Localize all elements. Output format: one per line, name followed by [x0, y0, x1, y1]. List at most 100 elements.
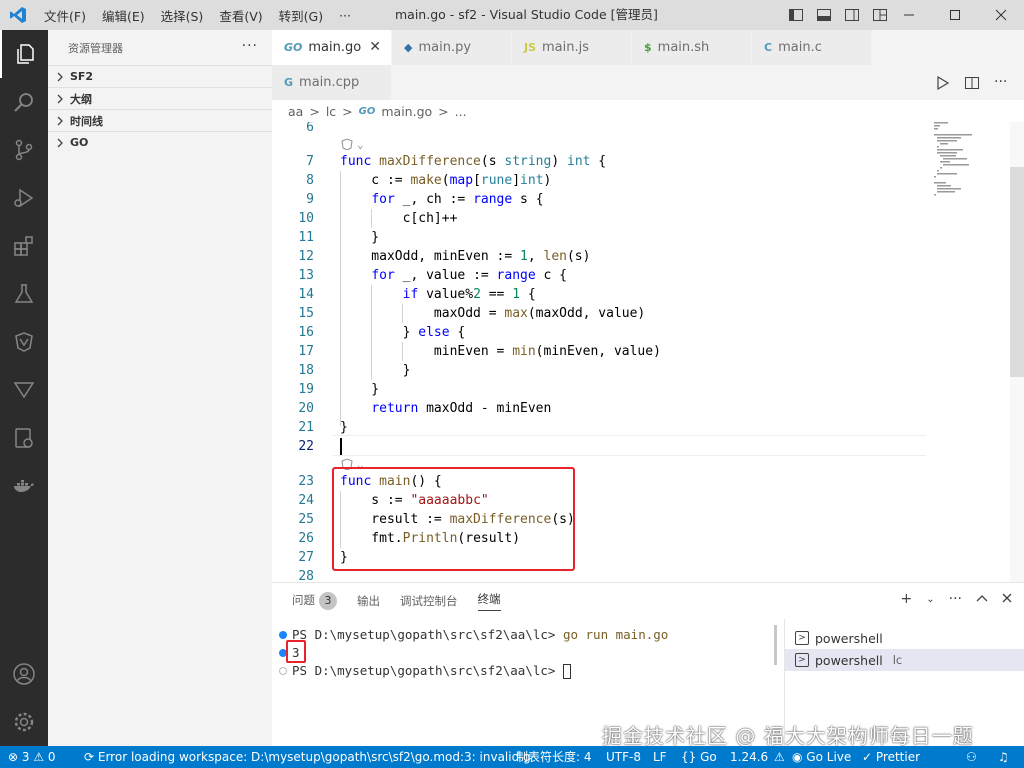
command-pending-dot: [279, 667, 287, 675]
maximize-icon[interactable]: [932, 0, 978, 30]
menu-selection[interactable]: 选择(S): [153, 6, 212, 25]
toggle-panel-icon[interactable]: [816, 7, 832, 23]
terminal-icon: >: [795, 631, 809, 645]
code-line: 8 c := make(map[rune]int): [306, 173, 552, 188]
tab-label: main.sh: [657, 40, 710, 55]
new-terminal-icon[interactable]: +: [901, 591, 913, 607]
code-line: 19 }: [298, 382, 380, 397]
code-line: 13 for _, value := range c {: [298, 268, 567, 283]
go-file-icon: GO: [358, 105, 376, 117]
menu-edit[interactable]: 编辑(E): [94, 6, 153, 25]
section-outline[interactable]: 大纲: [48, 87, 272, 109]
status-language[interactable]: {} Go: [681, 746, 717, 768]
breadcrumb-aa[interactable]: aa: [288, 104, 303, 119]
menu-go[interactable]: 转到(G): [271, 6, 331, 25]
maximize-panel-icon[interactable]: [976, 591, 988, 607]
code-line: 6: [306, 122, 314, 135]
account-icon[interactable]: [0, 650, 48, 698]
check-icon: ✓: [862, 750, 876, 764]
remote-explorer-icon[interactable]: [0, 414, 48, 462]
status-prettier[interactable]: ✓ Prettier: [862, 746, 920, 768]
gitlens-icon[interactable]: [0, 318, 48, 366]
section-sf2[interactable]: SF2: [48, 65, 272, 87]
status-go-version[interactable]: 1.24.6: [730, 746, 768, 768]
editor-scrollbar[interactable]: [1010, 122, 1024, 582]
scrollbar-thumb[interactable]: [1010, 167, 1024, 377]
status-problems[interactable]: ⊗ 3 ⚠ 0: [8, 746, 56, 768]
close-panel-icon[interactable]: [1002, 591, 1012, 607]
status-encoding[interactable]: UTF-8: [606, 746, 641, 768]
source-control-icon[interactable]: [0, 126, 48, 174]
sidebar-more-icon[interactable]: ···: [242, 38, 258, 54]
close-icon[interactable]: ✕: [369, 39, 381, 55]
search-icon[interactable]: [0, 78, 48, 126]
accounts-icon[interactable]: ⚇: [966, 746, 977, 768]
terminal-scrollbar[interactable]: [774, 625, 777, 665]
minimize-icon[interactable]: [886, 0, 932, 30]
status-golive[interactable]: ◉ Go Live: [792, 746, 851, 768]
broadcast-icon: ◉: [792, 750, 807, 764]
tab-label: main.c: [778, 40, 822, 55]
tab-main-go[interactable]: GO main.go ✕: [272, 30, 392, 65]
sidebar-title: 资源管理器 ···: [48, 30, 272, 65]
code-line: 11 }: [298, 230, 380, 245]
docker-icon[interactable]: [0, 462, 48, 510]
more-actions-icon[interactable]: ···: [994, 75, 1010, 91]
go-file-icon: GO: [284, 41, 303, 54]
menu-bar: 文件(F) 编辑(E) 选择(S) 查看(V) 转到(G) ···: [36, 0, 359, 30]
code-line: 20 return maxOdd - minEven: [298, 401, 552, 416]
code-editor[interactable]: 6 ⌄ 7 func maxDifference(s string) int { …: [272, 122, 1024, 582]
menu-view[interactable]: 查看(V): [211, 6, 270, 25]
tab-label: main.py: [418, 40, 472, 55]
menu-file[interactable]: 文件(F): [36, 6, 94, 25]
tab-main-sh[interactable]: $ main.sh: [632, 30, 752, 65]
status-error[interactable]: ⟳ Error loading workspace: D:\mysetup\go…: [84, 746, 531, 768]
code-line: 7 func maxDifference(s string) int {: [306, 154, 607, 169]
terminal-list-item[interactable]: > powershell: [785, 627, 1024, 649]
testing-flask-icon[interactable]: [0, 270, 48, 318]
code-line: 16 } else {: [298, 325, 466, 340]
section-timeline[interactable]: 时间线: [48, 109, 272, 131]
terminal-line: PS D:\mysetup\gopath\src\sf2\aa\lc> go r…: [292, 627, 669, 642]
tab-main-py[interactable]: ◆ main.py: [392, 30, 512, 65]
split-editor-icon[interactable]: [964, 75, 980, 91]
code-line: 14 if value%2 == 1 {: [298, 287, 536, 302]
section-label: SF2: [70, 70, 94, 83]
explorer-icon[interactable]: [0, 30, 48, 78]
code-line: 17 minEven = min(minEven, value): [298, 344, 661, 359]
menu-more[interactable]: ···: [331, 8, 359, 23]
toggle-sidebar-icon[interactable]: [788, 7, 804, 23]
minimap[interactable]: [932, 122, 1010, 582]
more-actions-icon[interactable]: ···: [949, 591, 962, 607]
tab-terminal[interactable]: 终端: [477, 591, 501, 611]
status-notification-icon: ⚠: [774, 750, 785, 764]
window-title: main.go - sf2 - Visual Studio Code [管理员]: [395, 7, 658, 22]
breadcrumb-lc[interactable]: lc: [326, 104, 336, 119]
tab-main-c[interactable]: C main.c: [752, 30, 872, 65]
c-file-icon: C: [764, 41, 773, 54]
tab-output[interactable]: 输出: [357, 593, 380, 609]
toggle-secondary-sidebar-icon[interactable]: [844, 7, 860, 23]
section-go[interactable]: GO: [48, 131, 272, 153]
status-eol[interactable]: LF: [653, 746, 667, 768]
tab-main-cpp[interactable]: G main.cpp: [272, 65, 392, 100]
run-debug-icon[interactable]: [0, 174, 48, 222]
settings-gear-icon[interactable]: [0, 698, 48, 746]
terminal-list-item-active[interactable]: > powershell lc: [785, 649, 1024, 671]
chevron-down-icon[interactable]: ⌄: [926, 594, 934, 605]
extensions-icon[interactable]: [0, 222, 48, 270]
tab-main-js[interactable]: JS main.js: [512, 30, 632, 65]
breadcrumb-file[interactable]: main.go: [381, 104, 432, 119]
terminal-line: PS D:\mysetup\gopath\src\sf2\aa\lc>: [292, 662, 571, 680]
breadcrumb-symbol[interactable]: ...: [455, 104, 467, 119]
tab-problems[interactable]: 问题 3: [292, 592, 337, 610]
bell-icon[interactable]: ♫: [998, 746, 1009, 768]
close-window-icon[interactable]: [978, 0, 1024, 30]
codelens[interactable]: ⌄: [340, 136, 364, 152]
funnel-icon[interactable]: [0, 366, 48, 414]
tab-debug-console[interactable]: 调试控制台: [400, 593, 458, 609]
run-icon[interactable]: [934, 75, 950, 91]
code-line: 10 c[ch]++: [298, 211, 458, 226]
status-tab-size[interactable]: 制表符长度: 4: [516, 746, 592, 768]
code-line-current: 22: [298, 439, 314, 454]
